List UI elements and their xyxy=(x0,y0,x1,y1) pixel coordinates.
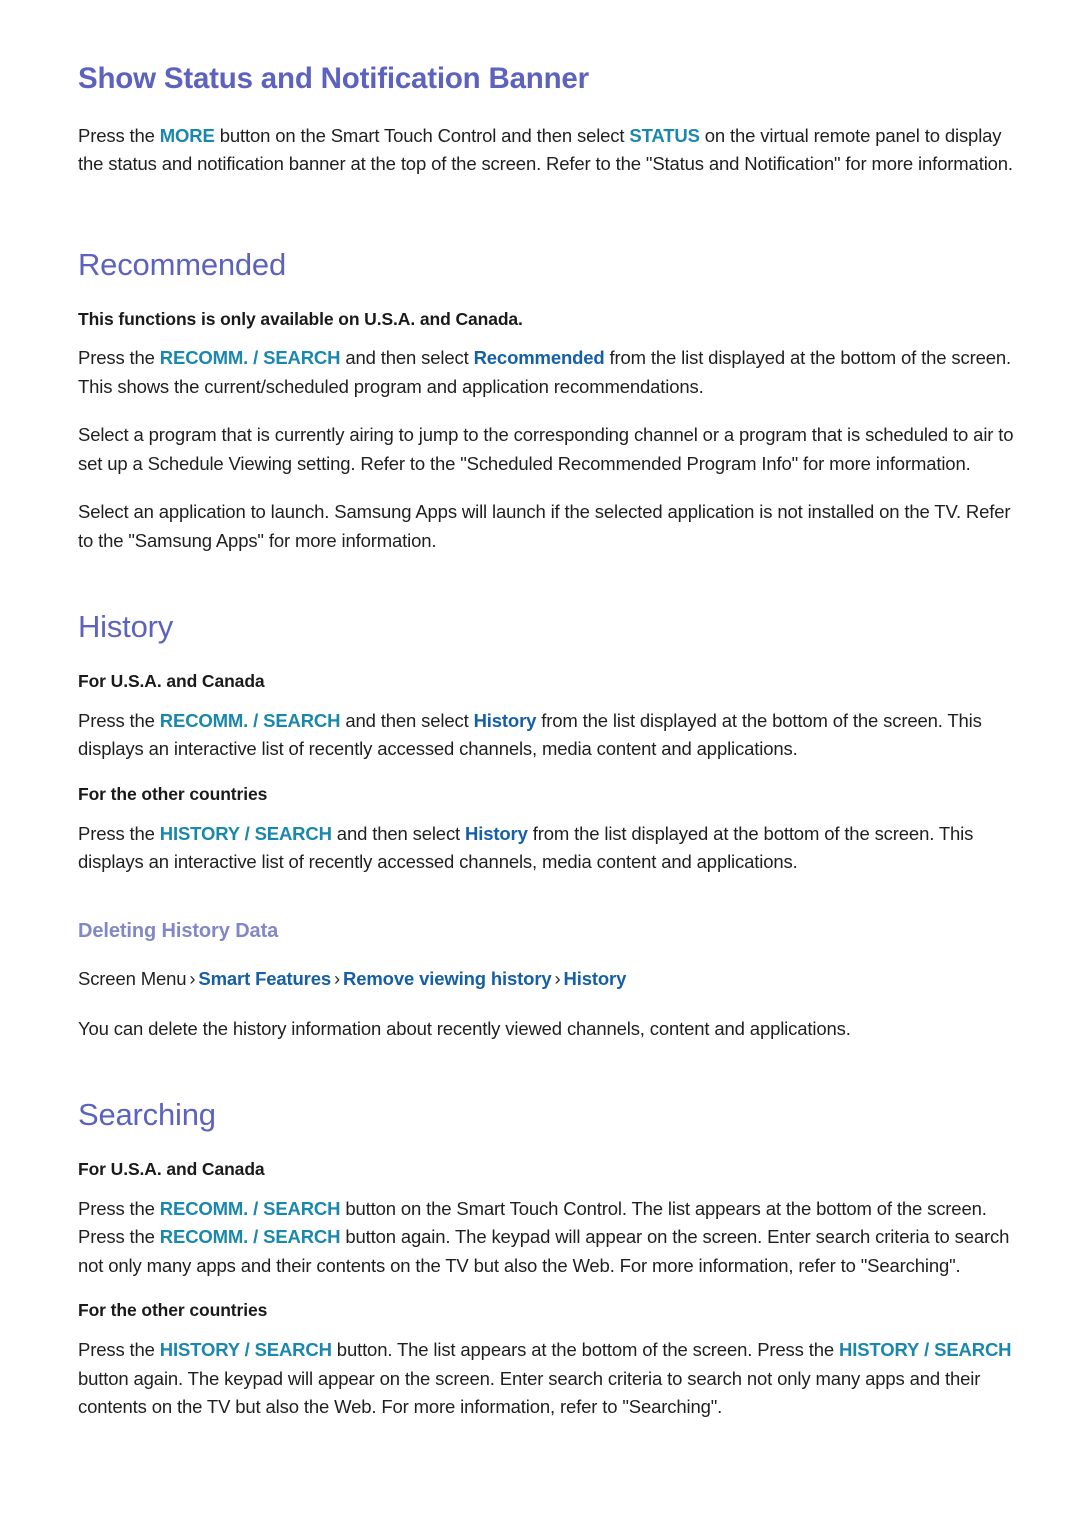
breadcrumb-root: Screen Menu xyxy=(78,967,187,989)
remote-key-recomm-search: RECOMM. / SEARCH xyxy=(159,1197,341,1219)
note-availability: This functions is only available on U.S.… xyxy=(78,308,523,329)
remote-key-more: MORE xyxy=(159,124,215,146)
section-title-status-banner: Show Status and Notification Banner xyxy=(78,62,589,95)
paragraph-recommended-press: Press the RECOMM. / SEARCH and then sele… xyxy=(78,344,1026,401)
manual-page: Show Status and Notification Banner Pres… xyxy=(0,0,1080,1527)
paragraph-select-application: Select an application to launch. Samsung… xyxy=(78,501,1011,551)
breadcrumb-item-history[interactable]: History xyxy=(564,968,627,989)
chevron-right-icon: › xyxy=(334,967,341,989)
paragraph-searching-usa: Press the RECOMM. / SEARCH button on the… xyxy=(78,1195,1026,1281)
text-fragment: Press the xyxy=(78,1339,160,1361)
remote-key-recomm-search: RECOMM. / SEARCH xyxy=(159,347,341,369)
section-title-history: History xyxy=(78,609,174,645)
section-title-recommended: Recommended xyxy=(78,246,287,282)
remote-key-search: / SEARCH xyxy=(924,1339,1012,1361)
text-fragment: and then select xyxy=(340,709,474,731)
remote-key-recomm-search: RECOMM. / SEARCH xyxy=(159,709,341,731)
menu-item-history: History xyxy=(473,709,537,731)
remote-key-status: STATUS xyxy=(629,124,700,146)
section-title-searching: Searching xyxy=(78,1097,216,1133)
page-content: Show Status and Notification Banner Pres… xyxy=(78,62,1026,1422)
remote-key-history: HISTORY xyxy=(839,1339,920,1361)
text-fragment: button again. The keypad will appear on … xyxy=(78,1367,981,1418)
breadcrumb-item-smart-features[interactable]: Smart Features xyxy=(198,968,331,989)
paragraph-history-other: Press the HISTORY / SEARCH and then sele… xyxy=(78,820,1026,877)
paragraph-status-banner: Press the MORE button on the Smart Touch… xyxy=(78,122,1026,179)
breadcrumb-item-remove-viewing-history[interactable]: Remove viewing history xyxy=(343,968,552,989)
text-fragment: Press the xyxy=(78,822,160,844)
chevron-right-icon: › xyxy=(189,967,196,989)
menu-item-history: History xyxy=(465,822,528,844)
text-fragment: Press the xyxy=(78,709,160,731)
chevron-right-icon: › xyxy=(554,967,561,989)
paragraph-deleting-history-description: You can delete the history information a… xyxy=(78,1017,851,1039)
breadcrumb: Screen Menu › Smart Features › Remove viewin… xyxy=(78,965,1026,993)
menu-item-recommended: Recommended xyxy=(473,347,605,369)
text-fragment: button. The list appears at the bottom o… xyxy=(331,1339,839,1361)
paragraph-searching-other: Press the HISTORY / SEARCH button. The l… xyxy=(78,1336,1026,1422)
remote-key-history-search: HISTORY / SEARCH xyxy=(159,1339,332,1361)
text-fragment: and then select xyxy=(331,822,466,844)
text-fragment: Press the xyxy=(78,347,160,369)
remote-key-history-search: HISTORY / SEARCH xyxy=(159,822,332,844)
paragraph-history-usa: Press the RECOMM. / SEARCH and then sele… xyxy=(78,707,1026,764)
remote-key-recomm-search: RECOMM. / SEARCH xyxy=(159,1226,341,1248)
text-fragment: Press the xyxy=(78,1197,160,1219)
subsection-title-deleting-history-data: Deleting History Data xyxy=(78,919,279,942)
text-fragment: button on the Smart Touch Control and th… xyxy=(214,124,630,146)
text-fragment: and then select xyxy=(340,347,474,369)
label-history-other-countries: For the other countries xyxy=(78,783,268,804)
label-history-usa-canada: For U.S.A. and Canada xyxy=(78,671,265,692)
text-fragment: Press the xyxy=(78,124,160,146)
label-searching-other-countries: For the other countries xyxy=(78,1300,268,1321)
paragraph-select-program: Select a program that is currently airin… xyxy=(78,424,1014,474)
label-searching-usa-canada: For U.S.A. and Canada xyxy=(78,1158,265,1179)
